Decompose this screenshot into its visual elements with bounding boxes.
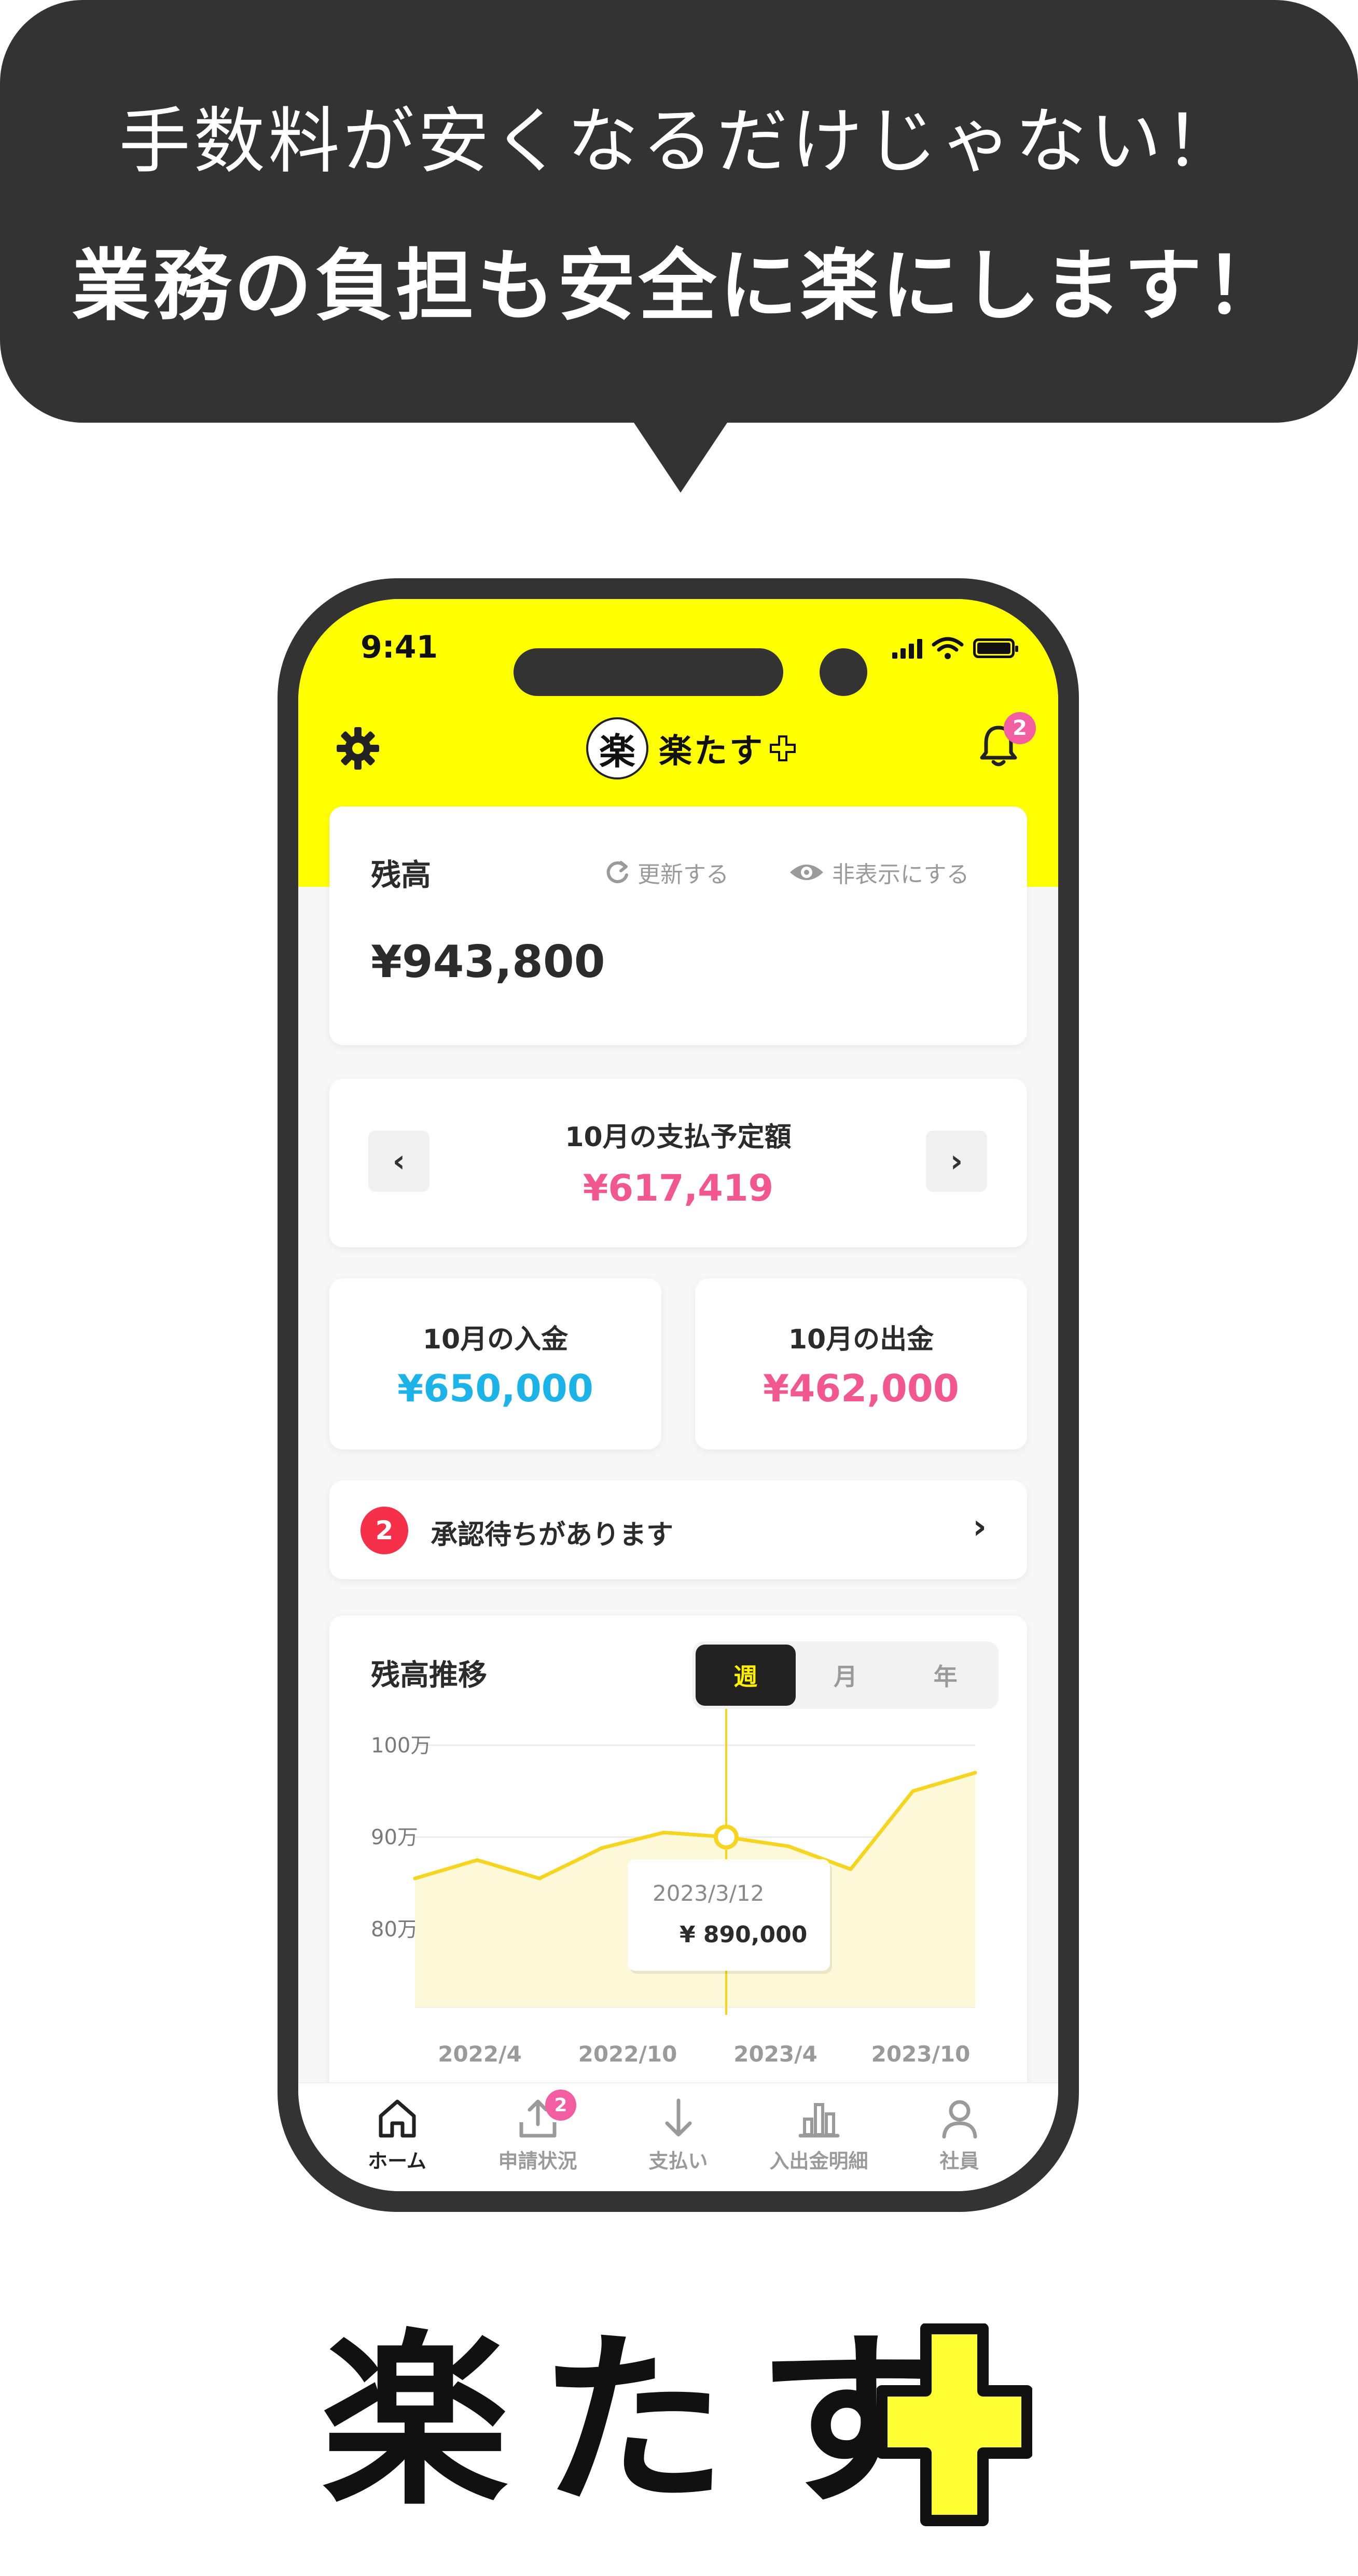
approval-count-badge: 2 bbox=[361, 1507, 408, 1554]
camera-dot bbox=[820, 648, 867, 696]
income-card[interactable]: 10月の入金 ¥650,000 bbox=[329, 1278, 661, 1450]
battery-icon bbox=[973, 638, 1018, 658]
chevron-right-icon: › bbox=[973, 1507, 987, 1547]
period-year-tab[interactable]: 年 bbox=[895, 1645, 995, 1706]
scheduled-payment-amount: ¥617,419 bbox=[583, 1167, 774, 1209]
brand-plus-icon bbox=[877, 2323, 1032, 2526]
balance-card: 残高 更新する 非表示にする ¥943,800 bbox=[329, 806, 1027, 1045]
expense-amount: ¥462,000 bbox=[763, 1367, 960, 1410]
phone-frame: 9:41 楽 楽たす 2 残高 更新する 非表示にする ¥943,800 ‹ 1… bbox=[278, 578, 1079, 2212]
chart-title: 残高推移 bbox=[371, 1659, 487, 1692]
approval-pending-row[interactable]: 2 承認待ちがあります › bbox=[329, 1481, 1027, 1579]
logo-mark: 楽 bbox=[586, 717, 648, 779]
refresh-icon bbox=[606, 861, 628, 883]
app-logo: 楽 楽たす bbox=[586, 717, 796, 779]
scheduled-payment-card: ‹ 10月の支払予定額 ¥617,419 › bbox=[329, 1079, 1027, 1247]
status-time: 9:41 bbox=[361, 629, 438, 665]
status-icons bbox=[892, 636, 1018, 660]
tab-transactions-label: 入出金明細 bbox=[769, 2150, 868, 2173]
gear-icon[interactable] bbox=[336, 726, 380, 771]
tab-payment-label: 支払い bbox=[648, 2150, 708, 2173]
y-tick-label: 100万 bbox=[371, 1734, 431, 1758]
tab-employees[interactable]: 社員 bbox=[889, 2083, 1030, 2191]
tooltip-value: ¥ 890,000 bbox=[680, 1921, 807, 1948]
home-icon bbox=[379, 2099, 415, 2138]
y-tick-label: 90万 bbox=[371, 1826, 418, 1849]
next-month-button[interactable]: › bbox=[926, 1131, 987, 1192]
tab-transactions[interactable]: 入出金明細 bbox=[749, 2083, 889, 2191]
highlight-point bbox=[714, 1825, 739, 1850]
eye-icon bbox=[790, 865, 823, 880]
bar-chart-icon bbox=[798, 2103, 839, 2138]
arrow-down-icon bbox=[665, 2098, 691, 2137]
income-label: 10月の入金 bbox=[422, 1324, 569, 1355]
period-month-tab[interactable]: 月 bbox=[796, 1645, 896, 1706]
brand-wordmark: 楽たす bbox=[0, 2318, 1358, 2526]
x-tick-label: 2022/10 bbox=[578, 2041, 677, 2067]
tooltip-date: 2023/3/12 bbox=[653, 1881, 764, 1906]
dynamic-island bbox=[514, 648, 783, 696]
promo-bubble-tail bbox=[629, 415, 732, 493]
logo-text: 楽たす bbox=[659, 732, 765, 771]
approval-text: 承認待ちがあります bbox=[431, 1520, 674, 1551]
income-amount: ¥650,000 bbox=[397, 1367, 594, 1410]
x-tick-label: 2022/4 bbox=[438, 2041, 521, 2067]
period-toggle: 週 月 年 bbox=[692, 1641, 999, 1709]
tab-application-status[interactable]: 2 申請状況 bbox=[467, 2083, 608, 2191]
promo-line-1: 手数料が安くなるだけじゃない！ bbox=[118, 100, 1239, 183]
signal-icon bbox=[892, 638, 922, 659]
tab-payment[interactable]: 支払い bbox=[608, 2083, 749, 2191]
refresh-button[interactable]: 更新する bbox=[604, 856, 729, 889]
person-icon bbox=[942, 2100, 977, 2139]
wifi-icon bbox=[932, 637, 964, 659]
hide-label: 非表示にする bbox=[832, 861, 969, 888]
notification-badge: 2 bbox=[1004, 712, 1036, 744]
balance-amount: ¥943,800 bbox=[371, 936, 605, 988]
y-tick-label: 80万 bbox=[371, 1917, 418, 1941]
expense-card[interactable]: 10月の出金 ¥462,000 bbox=[695, 1278, 1027, 1450]
application-status-badge: 2 bbox=[545, 2090, 576, 2121]
promo-line-2: 業務の負担も安全に楽にします！ bbox=[72, 241, 1286, 331]
bottom-tab-bar: ホーム 2 申請状況 支払い 入出金明細 社員 bbox=[298, 2082, 1058, 2191]
tab-home[interactable]: ホーム bbox=[327, 2083, 467, 2191]
tab-home-label: ホーム bbox=[368, 2150, 426, 2173]
hide-balance-button[interactable]: 非表示にする bbox=[788, 856, 969, 889]
period-week-tab[interactable]: 週 bbox=[696, 1645, 796, 1706]
promo-bubble: 手数料が安くなるだけじゃない！ 業務の負担も安全に楽にします！ bbox=[0, 0, 1358, 423]
tab-employees-label: 社員 bbox=[939, 2150, 979, 2173]
x-tick-label: 2023/10 bbox=[871, 2041, 971, 2067]
scheduled-payment-label: 10月の支払予定額 bbox=[565, 1122, 792, 1153]
refresh-label: 更新する bbox=[638, 861, 729, 888]
tab-application-status-label: 申請状況 bbox=[498, 2150, 577, 2173]
balance-label: 残高 bbox=[371, 857, 432, 893]
tooltip-box bbox=[628, 1859, 830, 1971]
plus-icon bbox=[770, 735, 796, 761]
expense-label: 10月の出金 bbox=[788, 1324, 934, 1355]
phone-screen: 9:41 楽 楽たす 2 残高 更新する 非表示にする ¥943,800 ‹ 1… bbox=[298, 599, 1058, 2191]
x-tick-label: 2023/4 bbox=[733, 2041, 817, 2067]
logo-wordmark: 楽たす bbox=[659, 725, 796, 772]
